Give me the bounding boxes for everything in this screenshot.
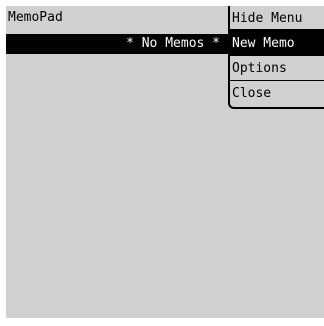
menu-item-hide-menu[interactable]: Hide Menu (230, 6, 324, 31)
memopad-screen: MemoPad * No Memos * Hide Menu New Memo … (6, 6, 324, 318)
menu-item-new-memo[interactable]: New Memo (230, 31, 324, 56)
menu-item-close[interactable]: Close (230, 81, 324, 106)
popup-menu: Hide Menu New Memo Options Close (228, 6, 324, 109)
app-title: MemoPad (8, 10, 63, 25)
menu-item-options[interactable]: Options (230, 56, 324, 81)
